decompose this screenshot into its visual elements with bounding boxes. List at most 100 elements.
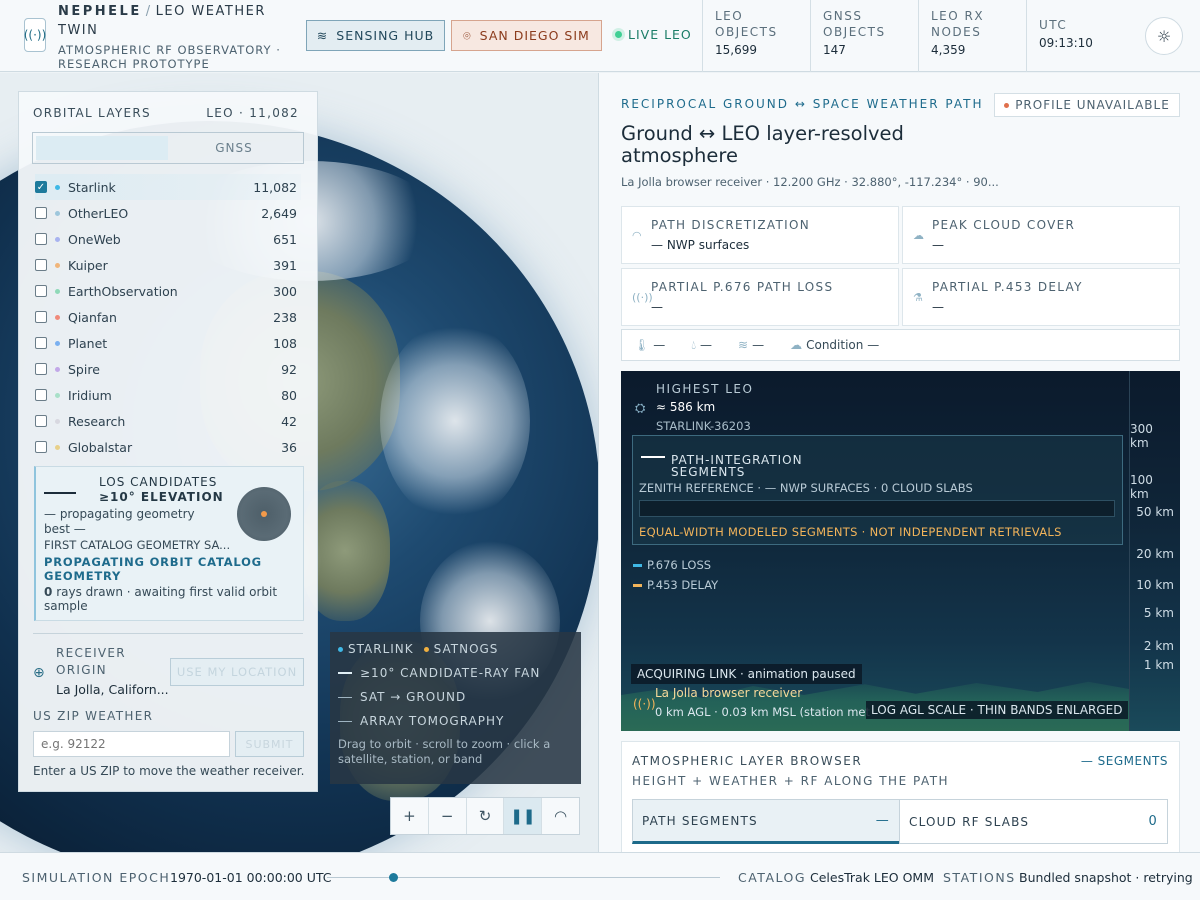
- zip-submit-button[interactable]: SUBMIT: [235, 731, 304, 757]
- condition-value: Condition —: [806, 338, 880, 352]
- sun-icon: ☼: [1156, 26, 1172, 46]
- stat-value: 147: [823, 43, 846, 57]
- brand: NEPHELE / LEO WEATHER TWIN ATMOSPHERIC RF …: [58, 2, 298, 71]
- legend-sat-ground[interactable]: SAT → GROUND: [338, 690, 573, 704]
- layer-item[interactable]: OtherLEO 2,649: [35, 200, 301, 226]
- zip-input[interactable]: [33, 731, 230, 757]
- tab-cloud-rf-slabs[interactable]: CLOUD RF SLABS 0: [899, 799, 1168, 844]
- reset-view-button[interactable]: ↻: [467, 798, 505, 834]
- legend-starlink-label: STARLINK: [348, 642, 414, 656]
- constellation-tabs: LEO GNSS: [32, 132, 304, 164]
- stat-value: 15,699: [715, 43, 757, 57]
- layer-color-dot: [55, 236, 60, 242]
- layer-count: 92: [281, 361, 297, 377]
- tab-gnss[interactable]: GNSS: [168, 136, 300, 160]
- layer-checkbox[interactable]: [35, 337, 47, 349]
- layer-item[interactable]: Iridium 80: [35, 382, 301, 408]
- sensing-hub-label: SENSING HUB: [336, 28, 435, 43]
- live-leo-indicator[interactable]: LIVE LEO: [615, 27, 692, 42]
- stations-value: Bundled snapshot · retrying: [1019, 870, 1193, 885]
- broadcast-icon: ((·)): [24, 18, 46, 52]
- receiver-name: La Jolla browser receiver: [655, 686, 803, 700]
- speed-gauge-button[interactable]: ◠: [542, 798, 579, 834]
- epoch-timeline-track[interactable]: [327, 877, 720, 878]
- san-diego-sim-button[interactable]: ⌾ SAN DIEGO SIM: [451, 20, 602, 51]
- stat-label: LEO RX NODES: [931, 9, 985, 39]
- layer-checkbox[interactable]: [35, 259, 47, 271]
- layer-checkbox[interactable]: [35, 389, 47, 401]
- highest-leo-satellite: STARLINK-36203: [656, 419, 751, 433]
- legend-starlink[interactable]: STARLINK: [338, 642, 414, 656]
- theme-toggle-button[interactable]: ☼: [1145, 17, 1183, 55]
- layer-item[interactable]: OneWeb 651: [35, 226, 301, 252]
- layer-color-dot: [55, 314, 60, 320]
- layer-color-dot: [55, 210, 60, 216]
- layer-item[interactable]: Qianfan 238: [35, 304, 301, 330]
- profile-status-label: PROFILE UNAVAILABLE: [1015, 98, 1170, 112]
- epoch-label: SIMULATION EPOCH: [22, 870, 171, 885]
- los-title: LOS CANDIDATES ≥10° ELEVATION: [99, 475, 224, 505]
- highest-leo-altitude: ≈ 586 km: [656, 400, 716, 414]
- los-title-line1: LOS CANDIDATES: [99, 475, 218, 489]
- metric-label: PEAK CLOUD COVER: [932, 218, 1076, 232]
- p453-label: P.453 DELAY: [647, 578, 719, 592]
- atmosphere-path-visualization[interactable]: ⛭ HIGHEST LEO ≈ 586 km STARLINK-36203 PA…: [621, 371, 1180, 731]
- layer-item[interactable]: Spire 92: [35, 356, 301, 382]
- layer-checkbox[interactable]: [35, 285, 47, 297]
- tab-leo[interactable]: LEO: [36, 136, 168, 160]
- layer-name: Globalstar: [68, 439, 133, 455]
- acquiring-link-status: ACQUIRING LINK · animation paused: [631, 664, 862, 684]
- divider: [33, 633, 303, 634]
- segments-bar: [639, 500, 1115, 517]
- layer-item[interactable]: ✓ Starlink 11,082: [35, 174, 301, 200]
- tab-cloud-rf-slabs-label: CLOUD RF SLABS: [909, 814, 1030, 829]
- tab-path-segments[interactable]: PATH SEGMENTS —: [632, 799, 900, 844]
- catalog-label: CATALOG: [738, 870, 807, 885]
- layer-name: Qianfan: [68, 309, 117, 325]
- layer-list: ✓ Starlink 11,082 OtherLEO 2,649 OneWeb 651 Kui…: [35, 174, 301, 460]
- stat-value: 4,359: [931, 43, 966, 57]
- layer-checkbox[interactable]: ✓: [35, 181, 47, 193]
- layer-count: 651: [273, 231, 297, 247]
- layer-name: Planet: [68, 335, 108, 351]
- legend-satnogs[interactable]: SATNOGS: [423, 642, 499, 656]
- layer-checkbox[interactable]: [35, 441, 47, 453]
- altitude-tick: 20 km: [1136, 547, 1174, 561]
- receiver-signal-icon: ((·)): [633, 697, 656, 711]
- live-leo-label: LIVE LEO: [628, 27, 692, 42]
- layer-item[interactable]: Research 42: [35, 408, 301, 434]
- zoom-in-button[interactable]: +: [391, 798, 429, 834]
- layer-item[interactable]: Globalstar 36: [35, 434, 301, 460]
- legend-ray-fan[interactable]: ≥10° CANDIDATE-RAY FAN: [338, 666, 573, 680]
- layer-checkbox[interactable]: [35, 207, 47, 219]
- sensing-hub-button[interactable]: ≋ SENSING HUB: [306, 20, 445, 51]
- condition-temperature: 🌡︎ —: [634, 338, 669, 352]
- layer-checkbox[interactable]: [35, 233, 47, 245]
- condition-humidity: 💧︎ —: [691, 338, 716, 353]
- layer-checkbox[interactable]: [35, 415, 47, 427]
- layer-item[interactable]: Planet 108: [35, 330, 301, 356]
- layer-checkbox[interactable]: [35, 311, 47, 323]
- segments-link[interactable]: — SEGMENTS: [1081, 754, 1168, 768]
- zoom-out-button[interactable]: −: [429, 798, 467, 834]
- metric-path-discretization: ◠ PATH DISCRETIZATION — NWP surfaces: [621, 206, 899, 264]
- pause-button[interactable]: ❚❚: [504, 798, 543, 834]
- globe-controls: + − ↻ ❚❚ ◠: [390, 797, 580, 835]
- legend-array-tomography[interactable]: ARRAY TOMOGRAPHY: [338, 714, 573, 728]
- brand-name: NEPHELE: [58, 4, 142, 19]
- layer-item[interactable]: EarthObservation 300: [35, 278, 301, 304]
- layer-item[interactable]: Kuiper 391: [35, 252, 301, 278]
- use-my-location-button[interactable]: USE MY LOCATION: [170, 658, 304, 686]
- stat-gnss-objects: GNSS OBJECTS 147: [810, 0, 918, 72]
- layer-color-dot: [55, 288, 60, 294]
- orbital-layers-panel: ORBITAL LAYERS LEO · 11,082 LEO GNSS ✓ St…: [18, 91, 318, 792]
- atmospheric-layer-browser: ATMOSPHERIC LAYER BROWSER HEIGHT + WEATH…: [621, 741, 1180, 852]
- epoch-timeline-handle[interactable]: [389, 873, 398, 882]
- flask-icon: ⚗: [913, 291, 923, 304]
- layer-count: 108: [273, 335, 297, 351]
- signal-icon: ((·)): [632, 291, 653, 304]
- layer-count: 36: [281, 439, 297, 455]
- top-bar: ((·)) NEPHELE / LEO WEATHER TWIN ATMOSPHER…: [0, 0, 1200, 72]
- layer-checkbox[interactable]: [35, 363, 47, 375]
- layer-color-dot: [55, 392, 60, 398]
